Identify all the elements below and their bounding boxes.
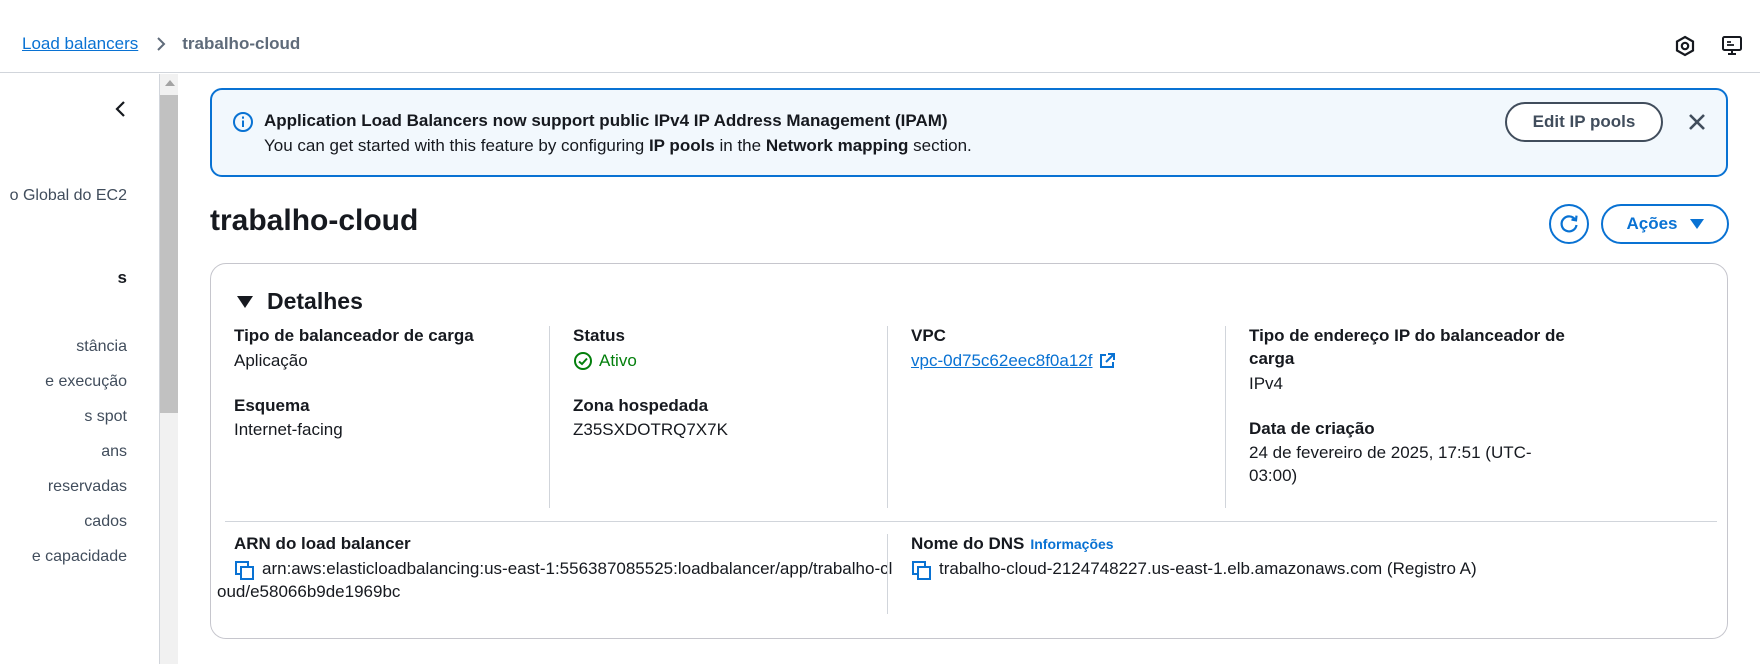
ip-type-value: IPv4	[1249, 374, 1284, 393]
sidebar-item-dedicated[interactable]: cados	[84, 513, 127, 531]
scheme-value: Internet-facing	[234, 420, 343, 439]
hosted-zone-label: Zona hospedada	[573, 396, 709, 415]
dns-label: Nome do DNS Informações	[911, 534, 1114, 553]
details-divider	[225, 521, 1717, 522]
vpc-link[interactable]: vpc-0d75c62eec8f0a12f	[911, 351, 1116, 371]
close-icon[interactable]	[1684, 109, 1710, 135]
feedback-screen-icon[interactable]	[1720, 34, 1744, 58]
dns-section: Nome do DNS Informações trabalho-cloud-21…	[887, 534, 1717, 614]
created-value-line1: 24 de fevereiro de 2025, 17:51 (UTC-	[1249, 443, 1532, 462]
external-link-icon	[1100, 353, 1116, 368]
refresh-icon	[1560, 215, 1578, 233]
status-value: Ativo	[573, 351, 637, 371]
arn-value-line1: arn:aws:elasticloadbalancing:us-east-1:5…	[262, 559, 893, 578]
check-circle-icon	[574, 352, 592, 370]
sidebar-item-plans[interactable]: ans	[101, 443, 127, 461]
lb-type-label: Tipo de balanceador de carga	[234, 326, 474, 345]
ip-type-label-line2: carga	[1249, 349, 1295, 368]
copy-icon[interactable]	[234, 560, 256, 582]
details-title: Detalhes	[267, 288, 363, 314]
breadcrumb-load-balancers-link[interactable]: Load balancers	[22, 34, 138, 54]
info-icon	[232, 111, 254, 133]
details-column-4: Tipo de endereço IP do balanceador de ca…	[1225, 326, 1565, 508]
dns-info-link[interactable]: Informações	[1030, 536, 1113, 552]
banner-title: Application Load Balancers now support p…	[264, 111, 948, 130]
scroll-thumb[interactable]	[160, 95, 178, 413]
arn-value-line2: oud/e58066b9de1969bc	[217, 582, 401, 601]
sidebar-item-capacity[interactable]: e capacidade	[32, 548, 127, 566]
details-column-3: VPC vpc-0d75c62eec8f0a12f	[887, 326, 1225, 508]
breadcrumb: Load balancers trabalho-cloud	[0, 34, 300, 54]
chevron-right-icon	[152, 35, 170, 53]
actions-dropdown-button[interactable]: Ações	[1601, 204, 1729, 244]
scheme-label: Esquema	[234, 396, 310, 415]
details-column-1: Tipo de balanceador de carga Aplicação E…	[211, 326, 549, 508]
copy-icon[interactable]	[911, 560, 933, 582]
edit-ip-pools-button[interactable]: Edit IP pools	[1505, 102, 1663, 142]
sidebar-item-spot[interactable]: s spot	[84, 408, 127, 426]
sidebar: o Global do EC2 s stância e execução s s…	[0, 74, 160, 664]
caret-down-icon	[1689, 219, 1704, 229]
details-container: Detalhes Tipo de balanceador de carga Ap…	[210, 263, 1728, 639]
refresh-button[interactable]	[1549, 204, 1589, 244]
lb-type-value: Aplicação	[234, 351, 308, 370]
arn-section: ARN do load balancer arn:aws:elasticload…	[211, 534, 892, 614]
actions-label: Ações	[1626, 214, 1678, 233]
sidebar-section-heading: s	[117, 268, 127, 287]
ipam-info-banner: Application Load Balancers now support p…	[210, 88, 1728, 177]
chevron-left-icon[interactable]	[110, 98, 132, 120]
sidebar-item-reserved[interactable]: reservadas	[48, 478, 127, 496]
created-value-line2: 03:00)	[1249, 466, 1298, 485]
page-title: trabalho-cloud	[210, 204, 419, 237]
status-label: Status	[573, 326, 625, 345]
sidebar-scrollbar[interactable]	[160, 74, 178, 664]
caret-down-icon	[237, 295, 253, 308]
created-label: Data de criação	[1249, 419, 1375, 438]
hosted-zone-value: Z35SXDOTRQ7X7K	[573, 420, 728, 439]
vpc-label: VPC	[911, 326, 946, 345]
arn-label: ARN do load balancer	[234, 534, 411, 553]
banner-text: You can get started with this feature by…	[264, 136, 972, 155]
breadcrumb-current: trabalho-cloud	[182, 34, 301, 53]
sidebar-item-ec2-global[interactable]: o Global do EC2	[10, 187, 127, 205]
details-column-2: Status Ativo Zona hospedada Z35SXDOTRQ7X…	[549, 326, 887, 508]
details-expand-toggle[interactable]: Detalhes	[237, 288, 363, 315]
sidebar-item-instances[interactable]: stância	[76, 338, 127, 356]
ip-type-label-line1: Tipo de endereço IP do balanceador de	[1249, 326, 1565, 345]
settings-hex-icon[interactable]	[1673, 34, 1697, 58]
sidebar-item-running[interactable]: e execução	[45, 373, 127, 391]
top-bar: Load balancers trabalho-cloud	[0, 0, 1760, 73]
scroll-up-arrow-icon[interactable]	[165, 80, 175, 86]
dns-value: trabalho-cloud-2124748227.us-east-1.elb.…	[939, 559, 1477, 578]
